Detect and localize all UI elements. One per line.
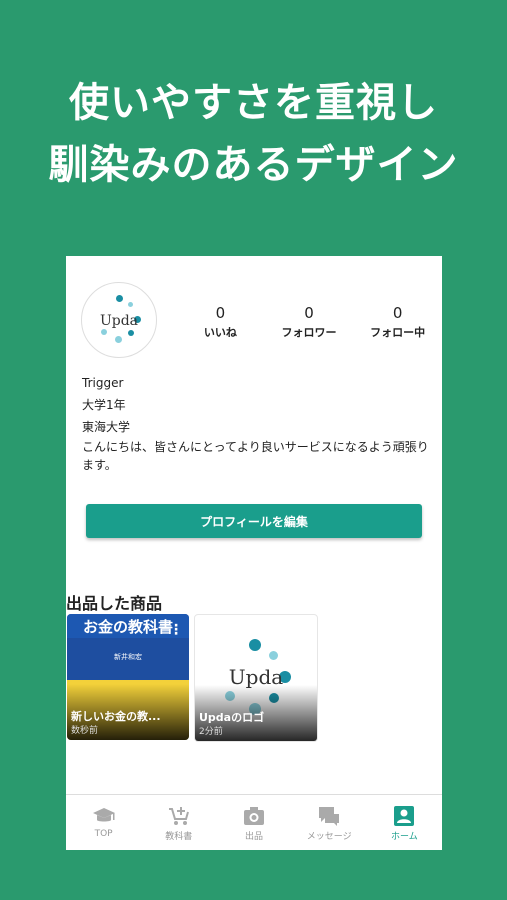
profile-info: Trigger 大学1年 東海大学 こんにちは、皆さんにとってより良いサービスに…: [82, 372, 432, 474]
graduation-cap-icon: [92, 808, 115, 822]
stat-likes[interactable]: 0 いいね: [176, 304, 265, 340]
listing-name: Updaのロゴ: [199, 711, 265, 724]
listing-time: 数秒前: [71, 726, 99, 736]
listings-section-title: 出品した商品: [66, 594, 163, 613]
logo-dot: [269, 651, 278, 660]
listing-card[interactable]: Upda ⋮ Updaのロゴ 2分前: [194, 614, 318, 742]
user-profile-icon: [394, 806, 415, 826]
app-screen: Upda 0 いいね 0 フォロワー 0 フォロー中 Trigger 大学1年 …: [66, 256, 442, 850]
avatar[interactable]: Upda: [81, 282, 157, 358]
more-options-icon[interactable]: ⋮: [297, 623, 311, 639]
stat-value: 0: [304, 304, 314, 322]
tab-label: ホーム: [391, 832, 418, 842]
listing-name: 新しいお金の教...: [71, 710, 161, 723]
logo-dot: [128, 302, 133, 307]
logo-dot: [116, 295, 123, 302]
stat-label: フォロワー: [281, 326, 337, 339]
camera-icon: [244, 807, 264, 825]
book-cover-author: 新井和宏: [114, 653, 142, 661]
profile-university: 東海大学: [82, 420, 131, 434]
tab-label: メッセージ: [306, 832, 352, 842]
stat-value: 0: [392, 304, 403, 322]
listing-card[interactable]: お金の教科書 新井和宏 ⋮ 新しいお金の教... 数秒前: [67, 614, 189, 740]
more-options-icon[interactable]: ⋮: [169, 622, 183, 638]
logo-dot: [128, 330, 134, 336]
stat-followers[interactable]: 0 フォロワー: [265, 304, 354, 340]
headline-line-1: 使いやすさを重視し: [69, 80, 438, 126]
profile-stats: 0 いいね 0 フォロワー 0 フォロー中: [176, 304, 442, 340]
tab-label: TOP: [94, 829, 113, 839]
chat-icon: [319, 807, 340, 826]
tab-top[interactable]: TOP: [66, 795, 141, 850]
logo-dot: [249, 639, 261, 651]
stat-value: 0: [215, 304, 226, 322]
avatar-logo-text: Upda: [99, 313, 139, 329]
profile-grade: 大学1年: [82, 398, 126, 412]
tab-messages[interactable]: メッセージ: [292, 795, 367, 850]
stat-label: いいね: [203, 326, 237, 339]
stat-following[interactable]: 0 フォロー中: [353, 304, 442, 340]
edit-profile-button[interactable]: プロフィールを編集: [86, 504, 422, 538]
bottom-tab-bar: TOP 教科書 出品 メッセージ ホーム: [66, 794, 442, 850]
profile-bio: こんにちは、皆さんにとってより良いサービスになるよう頑張ります。: [82, 440, 429, 472]
stat-label: フォロー中: [370, 326, 426, 339]
logo-dot: [101, 329, 107, 335]
profile-name: Trigger: [82, 376, 124, 390]
tab-home[interactable]: ホーム: [367, 795, 442, 850]
listing-time: 2分前: [199, 727, 223, 737]
tab-label: 教科書: [165, 832, 193, 842]
tab-label: 出品: [245, 832, 264, 842]
logo-dot: [115, 336, 122, 343]
tab-textbooks[interactable]: 教科書: [141, 795, 216, 850]
promo-headline: 使いやすさを重視し 馴染みのあるデザイン: [0, 72, 507, 196]
tab-sell[interactable]: 出品: [216, 795, 291, 850]
cart-add-icon: [168, 807, 189, 825]
headline-line-2: 馴染みのあるデザイン: [48, 142, 459, 188]
